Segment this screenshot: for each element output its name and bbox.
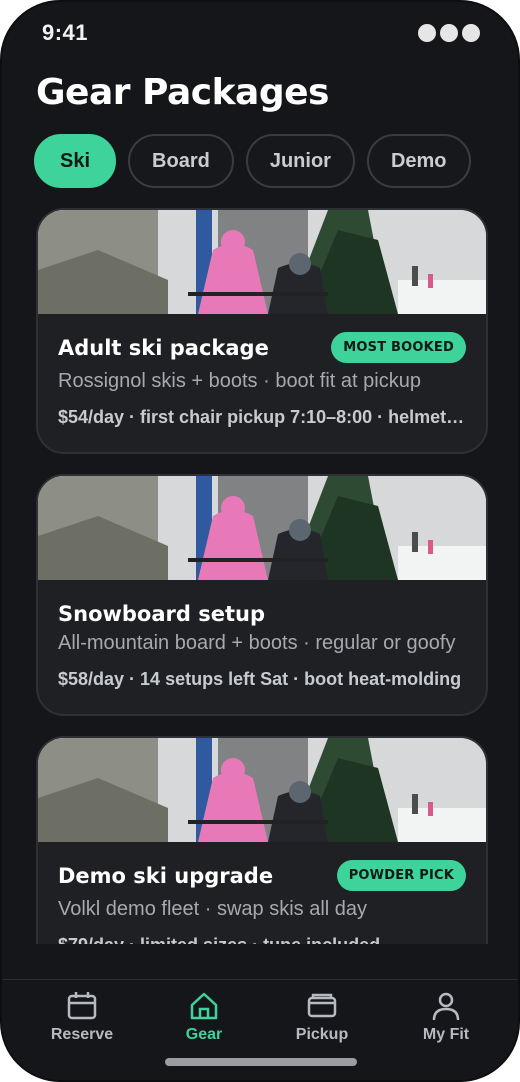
- package-body: Snowboard setup All-mountain board + boo…: [38, 580, 486, 690]
- package-card[interactable]: Demo ski upgrade POWDER PICK Volkl demo …: [36, 736, 488, 944]
- package-meta: $79/day · limited sizes · tune included: [58, 935, 466, 944]
- package-photo: [38, 210, 486, 314]
- nav-pickup[interactable]: Pickup: [272, 990, 372, 1044]
- nav-label: Pickup: [295, 1026, 349, 1043]
- home-icon: [190, 992, 218, 1020]
- status-dot: [440, 24, 458, 42]
- bottom-nav: Reserve Gear Pickup My Fit: [2, 979, 518, 1080]
- package-subtitle: Volkl demo fleet · swap skis all day: [58, 898, 368, 920]
- nav-label: My Fit: [422, 1026, 470, 1043]
- package-card[interactable]: Snowboard setup All-mountain board + boo…: [36, 474, 488, 716]
- home-indicator[interactable]: [165, 1058, 357, 1066]
- filter-chip-demo[interactable]: Demo: [366, 134, 471, 188]
- wallet-icon: [307, 993, 337, 1018]
- package-body: Adult ski package MOST BOOKED Rossignol …: [38, 314, 486, 428]
- package-subtitle: Rossignol skis + boots · boot fit at pic…: [58, 370, 421, 392]
- chairlift-photo: [38, 476, 486, 580]
- nav-gear[interactable]: Gear: [154, 990, 254, 1044]
- status-dot: [418, 24, 436, 42]
- app-screen: 9:41 Gear Packages Ski Board Junior Demo: [2, 2, 518, 1080]
- package-photo: [38, 738, 486, 842]
- most-booked-badge: MOST BOOKED: [331, 332, 466, 363]
- status-indicators: [418, 24, 480, 42]
- package-meta: $54/day · first chair pickup 7:10–8:00 ·…: [58, 407, 466, 427]
- powder-pick-badge: POWDER PICK: [336, 860, 466, 891]
- package-photo: [38, 476, 486, 580]
- filter-chip-ski[interactable]: Ski: [34, 134, 117, 188]
- status-time: 9:41: [42, 20, 89, 45]
- chairlift-photo: [38, 738, 486, 842]
- nav-my-fit[interactable]: My Fit: [396, 990, 496, 1044]
- package-list: Adult ski package MOST BOOKED Rossignol …: [36, 208, 488, 944]
- package-title: Snowboard setup: [58, 602, 265, 626]
- page-title: Gear Packages: [36, 72, 329, 113]
- nav-label: Reserve: [50, 1026, 114, 1043]
- package-body: Demo ski upgrade POWDER PICK Volkl demo …: [38, 842, 486, 944]
- filter-chip-board[interactable]: Board: [128, 134, 234, 188]
- calendar-icon: [67, 992, 97, 1020]
- package-subtitle: All-mountain board + boots · regular or …: [58, 632, 456, 654]
- filter-chips: Ski Board Junior Demo: [34, 134, 471, 188]
- chairlift-photo: [38, 210, 486, 314]
- person-icon: [432, 992, 460, 1021]
- status-dot: [462, 24, 480, 42]
- package-meta: $58/day · 14 setups left Sat · boot heat…: [58, 669, 462, 689]
- device-frame: 9:41 Gear Packages Ski Board Junior Demo: [0, 0, 520, 1082]
- filter-chip-junior[interactable]: Junior: [245, 134, 355, 188]
- nav-label: Gear: [185, 1026, 223, 1043]
- nav-reserve[interactable]: Reserve: [32, 990, 132, 1044]
- package-card[interactable]: Adult ski package MOST BOOKED Rossignol …: [36, 208, 488, 454]
